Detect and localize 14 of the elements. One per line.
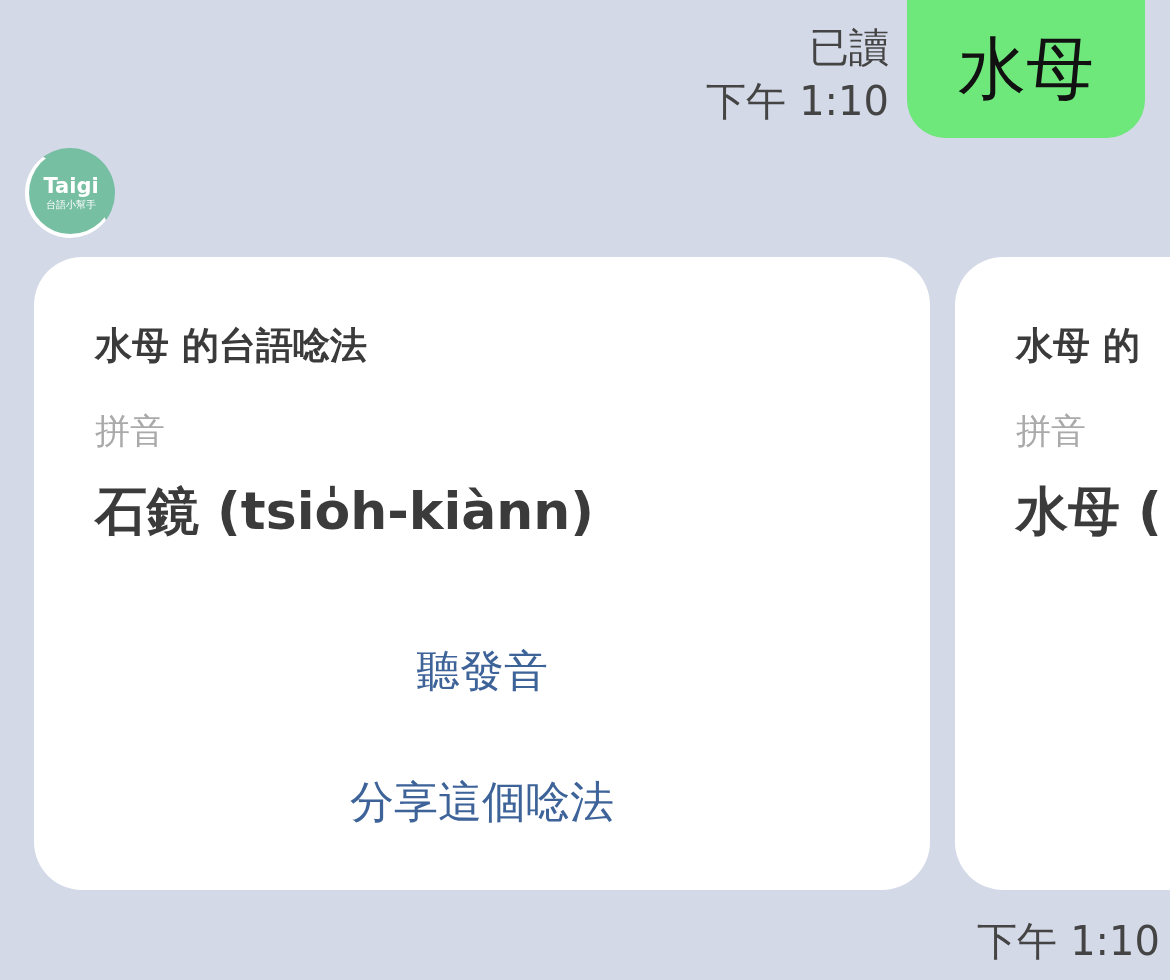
share-button[interactable]: 分享這個唸法 xyxy=(350,774,614,830)
pinyin-label: 拼音 xyxy=(1016,410,1086,453)
pronunciation-text: 石鏡 (tsio̍h-kiànn) xyxy=(95,480,595,543)
avatar-title: Taigi xyxy=(43,173,99,198)
card-title: 水母 的 xyxy=(1016,323,1140,369)
pinyin-label: 拼音 xyxy=(95,410,165,453)
listen-button[interactable]: 聽發音 xyxy=(416,643,548,699)
message-time: 下午 1:10 xyxy=(977,917,1160,966)
sent-message-bubble: 水母 xyxy=(907,0,1145,138)
pronunciation-text: 水母 ( xyxy=(1016,480,1162,543)
message-time: 下午 1:10 xyxy=(706,77,889,126)
card-title: 水母 的台語唸法 xyxy=(95,323,367,369)
avatar-subtitle: 台語小幫手 xyxy=(46,197,96,211)
read-status: 已讀 xyxy=(809,23,889,72)
